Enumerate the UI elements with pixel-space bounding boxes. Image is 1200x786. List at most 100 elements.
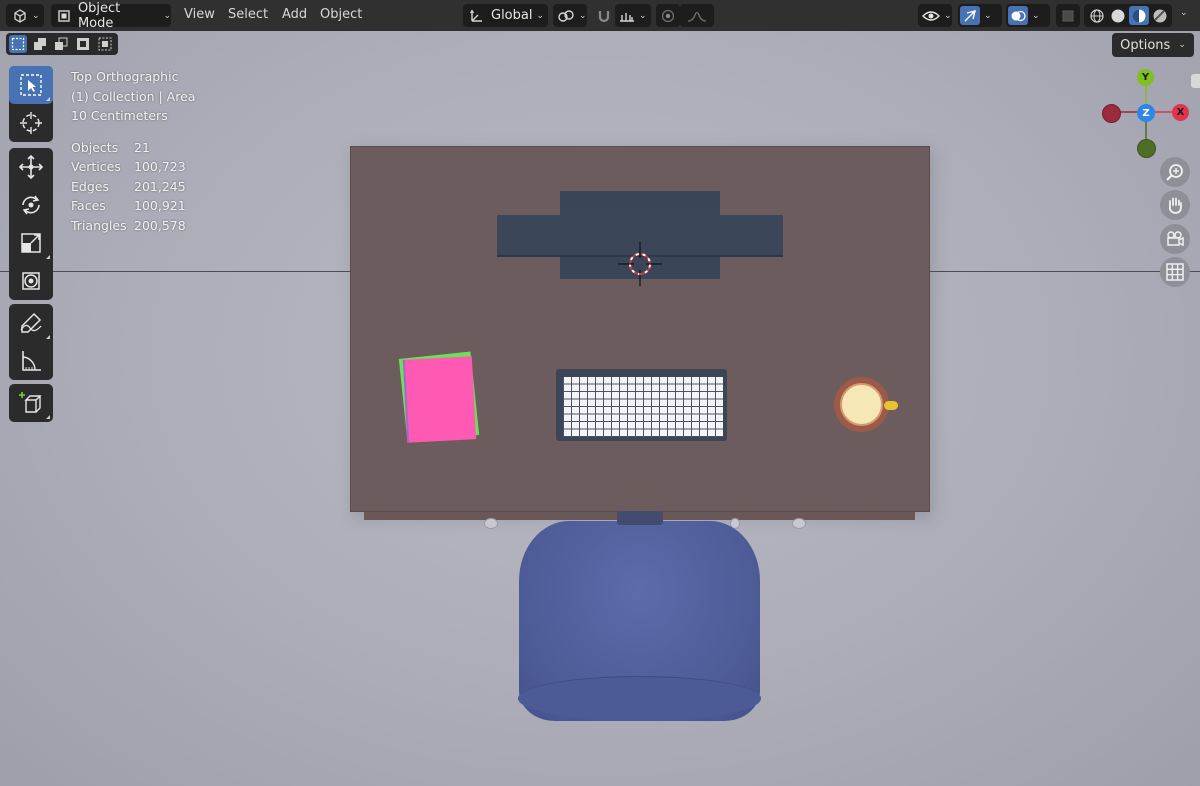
- overlays-toggle[interactable]: ⌄: [1006, 4, 1050, 27]
- menu-object[interactable]: Object: [318, 5, 364, 25]
- sticky-note-pink[interactable]: [402, 356, 477, 443]
- editor-type-button[interactable]: ⌄: [6, 4, 44, 27]
- axis-z-handle[interactable]: Z: [1137, 104, 1155, 122]
- magnet-icon: [598, 10, 610, 22]
- xray-icon: [1062, 10, 1074, 21]
- camera-icon: [1167, 231, 1184, 247]
- coffee-mug-handle: [884, 401, 898, 410]
- object-mode-icon: [58, 9, 70, 22]
- select-box-icon: [20, 74, 42, 96]
- scale-icon: [21, 233, 41, 253]
- move-icon: [18, 154, 44, 180]
- chevron-down-icon: ⌄: [536, 10, 545, 21]
- zoom-icon: [1166, 164, 1183, 181]
- pan-hand-icon: [1168, 197, 1182, 214]
- tool-move[interactable]: [9, 148, 53, 186]
- view3d-icon: [14, 8, 26, 23]
- stat-faces: Faces 100,921: [71, 198, 186, 213]
- gizmo-toggle[interactable]: ⌄: [958, 4, 1002, 27]
- menu-view[interactable]: View: [182, 5, 217, 25]
- mode-dropdown[interactable]: Object Mode ⌄: [51, 1, 171, 31]
- tool-cursor[interactable]: [9, 104, 53, 142]
- proportional-edit-toggle[interactable]: [656, 4, 680, 27]
- viewport-header: ⌄ Object Mode ⌄ View Select Add Object G…: [0, 0, 1200, 31]
- toolbar-group-add: [9, 384, 53, 422]
- axis-x-handle[interactable]: X: [1172, 104, 1189, 121]
- coffee-mug-inner: [840, 383, 883, 426]
- tool-select-box[interactable]: [9, 66, 53, 104]
- visibility-icon: [922, 10, 940, 21]
- snap-target-dropdown[interactable]: ⌄: [615, 4, 651, 27]
- falloff-dropdown[interactable]: [680, 4, 714, 27]
- tool-scale[interactable]: [9, 224, 53, 262]
- select-subtract-icon[interactable]: [53, 35, 71, 53]
- keyboard-keys: [563, 377, 723, 437]
- chevron-down-icon: ⌄: [579, 10, 587, 21]
- solid-shading-icon[interactable]: [1108, 6, 1128, 25]
- chevron-down-icon: ⌄: [984, 10, 992, 21]
- pan-button[interactable]: [1160, 190, 1190, 220]
- camera-view-button[interactable]: [1160, 224, 1190, 254]
- tool-add-cube[interactable]: [9, 384, 53, 422]
- tool-settings-row: Options ⌄: [0, 31, 1200, 57]
- selection-mode-group: [6, 33, 118, 55]
- options-dropdown[interactable]: Options ⌄: [1112, 33, 1194, 57]
- select-invert-icon[interactable]: [74, 35, 92, 53]
- rendered-shading-icon[interactable]: [1150, 6, 1170, 25]
- options-label: Options: [1120, 37, 1171, 53]
- axis-neg-x-handle[interactable]: [1102, 104, 1121, 123]
- tool-annotate[interactable]: [9, 304, 53, 342]
- pivot-icon: [558, 9, 574, 22]
- stat-vertices: Vertices 100,723: [71, 159, 186, 174]
- tool-transform[interactable]: [9, 262, 53, 300]
- stat-objects: Objects 21: [71, 139, 150, 155]
- visibility-dropdown[interactable]: ⌄: [918, 4, 952, 27]
- select-intersect-icon[interactable]: [96, 35, 114, 53]
- orientation-label: Global: [491, 8, 533, 23]
- add-cube-icon: [19, 392, 42, 413]
- grid-scale-label: 10 Centimeters: [71, 108, 168, 123]
- chair-post: [617, 511, 663, 525]
- select-new-icon[interactable]: [9, 35, 27, 53]
- stat-edges: Edges 201,245: [71, 178, 186, 194]
- blender-3d-viewport[interactable]: Top Orthographic (1) Collection | Area 1…: [0, 0, 1200, 786]
- grid-ortho-icon: [1166, 263, 1184, 281]
- orientation-icon: [469, 8, 482, 22]
- snap-increment-icon: [620, 12, 634, 22]
- transform-orientation-dropdown[interactable]: Global ⌄: [463, 4, 548, 27]
- transform-icon: [22, 272, 40, 290]
- sidebar-toggle[interactable]: [1191, 74, 1200, 88]
- tool-rotate[interactable]: [9, 186, 53, 224]
- axis-y-handle[interactable]: Y: [1137, 69, 1154, 86]
- material-shading-icon[interactable]: [1129, 6, 1149, 25]
- chair-caster: [484, 518, 498, 529]
- falloff-curve-icon: [687, 11, 707, 22]
- chevron-down-icon: ⌄: [639, 10, 647, 21]
- axis-neg-y-handle[interactable]: [1137, 139, 1156, 158]
- menu-add[interactable]: Add: [280, 5, 309, 25]
- select-extend-icon[interactable]: [31, 35, 49, 53]
- proportional-edit-icon: [661, 9, 675, 22]
- ortho-toggle-button[interactable]: [1160, 257, 1190, 287]
- xray-toggle[interactable]: [1056, 4, 1080, 27]
- zoom-button[interactable]: [1160, 157, 1190, 187]
- snap-toggle[interactable]: [593, 4, 615, 27]
- chevron-down-icon: ⌄: [1032, 10, 1040, 21]
- cursor-icon: [20, 112, 42, 134]
- overlay-icon: [1008, 6, 1028, 25]
- chevron-down-icon: ⌄: [944, 10, 952, 21]
- tool-measure[interactable]: [9, 342, 53, 380]
- view-name: Top Orthographic: [71, 69, 179, 84]
- chevron-down-icon: ⌄: [163, 10, 171, 21]
- toolbar-group-transform: [9, 148, 53, 300]
- wireframe-shading-icon[interactable]: [1087, 6, 1107, 25]
- chair-seat-front: [518, 676, 761, 721]
- measure-icon: [22, 351, 41, 371]
- gizmo-icon: [960, 6, 980, 25]
- toolbar-group-select: [9, 66, 53, 142]
- pivot-point-dropdown[interactable]: ⌄: [553, 4, 587, 27]
- 3d-cursor-icon[interactable]: [618, 242, 662, 286]
- annotate-icon: [20, 312, 42, 333]
- shading-options-chevron[interactable]: ⌄: [1180, 8, 1188, 18]
- menu-select[interactable]: Select: [226, 5, 270, 25]
